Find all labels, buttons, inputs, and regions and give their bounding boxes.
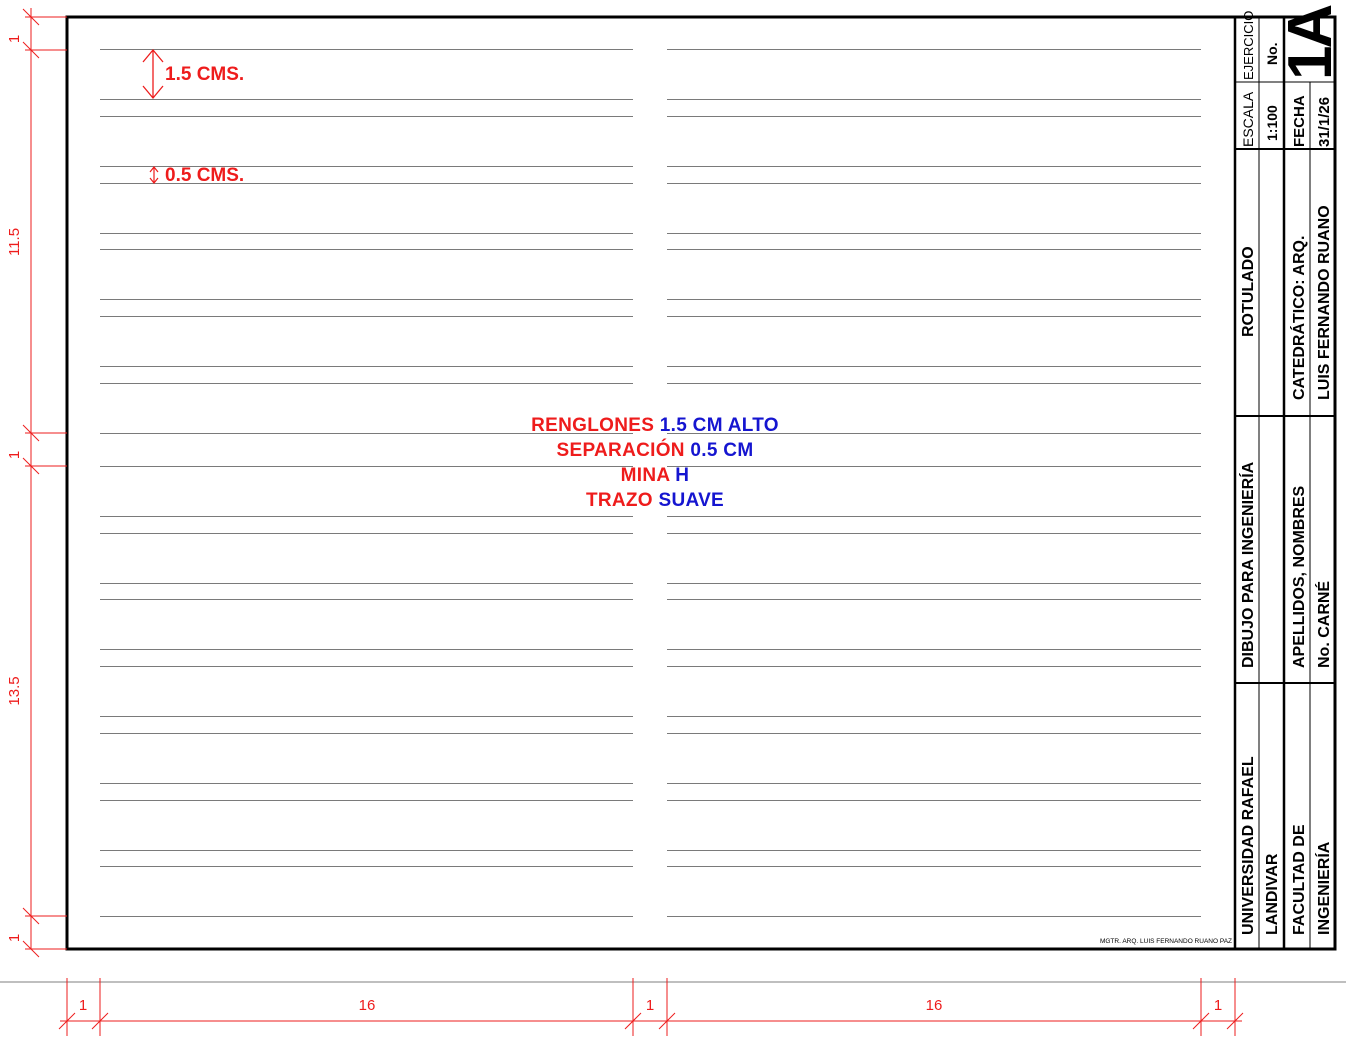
instruction-line-3: MINA H bbox=[440, 463, 870, 488]
instruction-rows-label: RENGLONES bbox=[531, 415, 655, 436]
instruction-line-2: SEPARACIÓN 0.5 CM bbox=[440, 438, 870, 463]
ejercicio-label: EJERCICIO bbox=[1241, 11, 1256, 80]
teacher-name: LUIS FERNANDO RUANO bbox=[1316, 205, 1333, 400]
drawing-sheet: 1.5 CMS. 0.5 CMS. EJERCICIO No. 1A ESCAL… bbox=[0, 5, 1346, 1036]
left-dim-bottom-margin: 1 bbox=[6, 934, 23, 942]
row-gap-label: 0.5 CMS. bbox=[165, 165, 244, 186]
university-line1: UNIVERSIDAD RAFAEL bbox=[1240, 756, 1257, 935]
instruction-lead-value: H bbox=[675, 465, 690, 486]
instruction-rows-value: 1.5 CM ALTO bbox=[659, 415, 779, 436]
instructions-block: RENGLONES 1.5 CM ALTO SEPARACIÓN 0.5 CM … bbox=[440, 413, 870, 513]
teacher-label: CATEDRÁTICO: ARQ. bbox=[1289, 236, 1308, 400]
fecha-label: FECHA bbox=[1291, 95, 1308, 147]
fecha-value: 31/1/26 bbox=[1316, 97, 1333, 147]
course-title: DIBUJO PARA INGENIERÍA bbox=[1238, 461, 1257, 668]
bottom-dim-left-column: 16 bbox=[359, 997, 376, 1014]
row-gap-arrow-icon bbox=[149, 166, 159, 184]
bottom-dim-center-gap: 1 bbox=[646, 997, 654, 1014]
faculty-line2: INGENIERÍA bbox=[1314, 841, 1333, 935]
carne-label: No. CARNÉ bbox=[1314, 581, 1333, 668]
faculty-line1: FACULTAD DE bbox=[1291, 824, 1308, 935]
instruction-line-1: RENGLONES 1.5 CM ALTO bbox=[440, 413, 870, 438]
row-height-arrow-icon bbox=[142, 48, 164, 100]
left-dim-upper-block: 11.5 bbox=[6, 228, 23, 256]
instruction-stroke-label: TRAZO bbox=[585, 490, 653, 511]
left-dim-top-margin: 1 bbox=[6, 35, 23, 43]
bottom-dim-right-margin: 1 bbox=[1214, 997, 1222, 1014]
left-dim-middle-gap: 1 bbox=[6, 451, 23, 459]
instruction-gap-label: SEPARACIÓN bbox=[556, 440, 685, 461]
instruction-line-4: TRAZO SUAVE bbox=[440, 488, 870, 513]
bottom-dim-right-column: 16 bbox=[926, 997, 943, 1014]
instruction-gap-value: 0.5 CM bbox=[690, 440, 754, 461]
instruction-lead-label: MINA bbox=[620, 465, 670, 486]
instruction-stroke-value: SUAVE bbox=[658, 490, 725, 511]
university-line2: LANDIVAR bbox=[1264, 853, 1281, 935]
left-dim-lower-block: 13.5 bbox=[6, 676, 23, 705]
sheet-number: 1A bbox=[1276, 5, 1345, 80]
bottom-dim-left-margin: 1 bbox=[79, 997, 87, 1014]
escala-value: 1:100 bbox=[1264, 105, 1280, 141]
escala-label: ESCALA bbox=[1240, 91, 1256, 147]
subject-title: ROTULADO bbox=[1240, 246, 1257, 337]
credit-text: MGTR. ARQ. LUIS FERNANDO RUANO PAZ bbox=[1100, 938, 1232, 945]
row-height-label: 1.5 CMS. bbox=[165, 64, 244, 85]
left-dimension-chain bbox=[22, 8, 67, 958]
student-name-label: APELLIDOS, NOMBRES bbox=[1291, 485, 1308, 668]
